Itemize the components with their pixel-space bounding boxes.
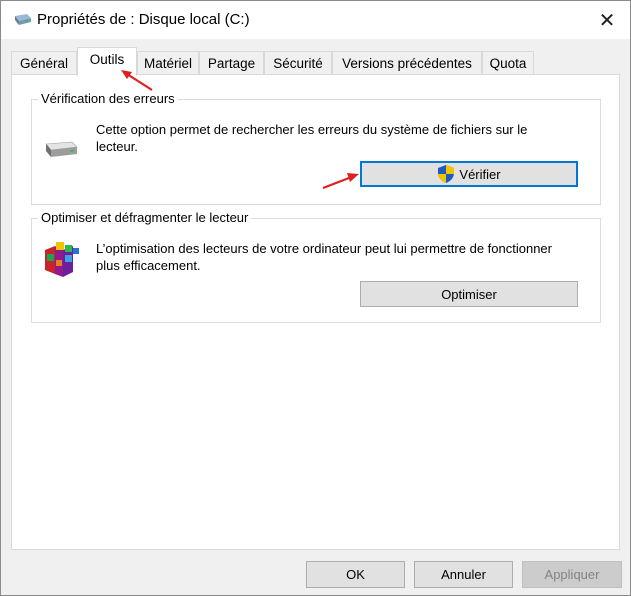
cancel-button[interactable]: Annuler (414, 561, 513, 588)
window-title: Propriétés de : Disque local (C:) (37, 11, 250, 28)
verify-button-label: Vérifier (459, 166, 501, 182)
optimize-button[interactable]: Optimiser (360, 281, 578, 307)
apply-button[interactable]: Appliquer (522, 561, 622, 588)
close-icon: ✕ (598, 9, 616, 32)
optimize-description-line2: plus efficacement. (96, 258, 201, 273)
tab-securite[interactable]: Sécurité (264, 51, 332, 75)
verify-button[interactable]: Vérifier (360, 161, 578, 187)
title-bar[interactable]: Propriétés de : Disque local (C:) ✕ (1, 1, 630, 39)
optimize-group: Optimiser et défragmenter le lecteur L’o… (31, 210, 601, 323)
tab-quota[interactable]: Quota (482, 51, 534, 75)
drive-icon (15, 14, 31, 25)
hard-drive-icon (45, 141, 78, 157)
optimize-description: L’optimisation des lecteurs de votre ord… (96, 240, 596, 274)
error-check-group: Vérification des erreurs Cette option pe… (31, 91, 601, 205)
uac-shield-icon (438, 165, 455, 183)
tab-partage[interactable]: Partage (199, 51, 264, 75)
properties-dialog: Propriétés de : Disque local (C:) ✕ Géné… (0, 0, 631, 596)
annotation-arrow-verify (322, 173, 359, 190)
close-button[interactable]: ✕ (584, 1, 630, 39)
tab-panel-outils: Vérification des erreurs Cette option pe… (11, 74, 620, 550)
tab-general[interactable]: Général (11, 51, 77, 75)
annotation-arrow-outils (121, 70, 153, 91)
optimize-description-line1: L’optimisation des lecteurs de votre ord… (96, 241, 552, 256)
error-check-description: Cette option permet de rechercher les er… (96, 121, 596, 155)
ok-button[interactable]: OK (306, 561, 405, 588)
error-check-description-line2: lecteur. (96, 139, 138, 154)
optimize-title: Optimiser et défragmenter le lecteur (38, 210, 252, 225)
defrag-icon (45, 242, 79, 277)
tab-versions-precedentes[interactable]: Versions précédentes (332, 51, 482, 75)
error-check-description-line1: Cette option permet de rechercher les er… (96, 122, 528, 137)
